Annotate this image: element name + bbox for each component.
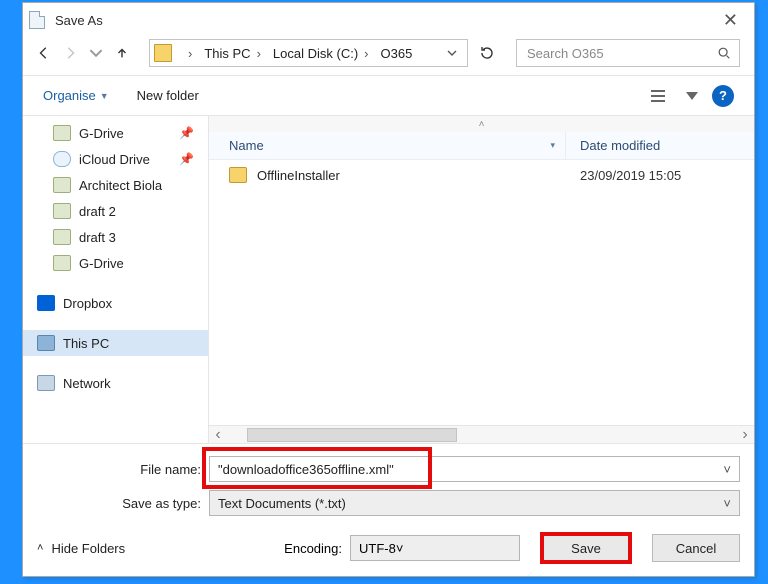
folder-icon [229,167,247,183]
chevron-down-icon[interactable]: ˅ [396,541,404,556]
folder-icon [53,125,71,141]
tree-dropbox[interactable]: Dropbox [23,290,208,316]
dropbox-icon [37,295,55,311]
file-list-pane: ˄ Name ▾ Date modified OfflineInstaller2… [209,116,754,443]
tree-item-label: draft 2 [79,204,116,219]
column-name[interactable]: Name ▾ [209,132,566,159]
scrollbar-thumb[interactable] [247,428,457,442]
search-icon[interactable] [717,46,731,60]
chevron-right-icon[interactable]: › [176,40,198,66]
address-dropdown-icon[interactable] [441,48,463,58]
folder-icon [53,177,71,193]
tree-item[interactable]: draft 2 [23,198,208,224]
view-dropdown-icon[interactable] [678,84,706,108]
file-date: 23/09/2019 15:05 [566,168,754,183]
help-icon[interactable]: ? [712,85,734,107]
scroll-up-icon[interactable]: ˄ [209,116,754,132]
folder-icon [53,229,71,245]
column-headers[interactable]: Name ▾ Date modified [209,132,754,160]
titlebar: Save As ✕ [23,3,754,37]
tree-this-pc[interactable]: This PC [23,330,208,356]
folder-icon [154,44,172,62]
close-icon[interactable]: ✕ [713,10,748,31]
folder-icon [53,151,71,167]
tree-network[interactable]: Network [23,370,208,396]
tree-item-label: iCloud Drive [79,152,150,167]
organise-menu[interactable]: Organise▼ [43,88,109,103]
cancel-button[interactable]: Cancel [652,534,740,562]
file-name: OfflineInstaller [257,168,566,183]
chevron-down-icon[interactable]: ˅ [723,462,731,477]
view-options-button[interactable] [644,84,672,108]
file-row[interactable]: OfflineInstaller23/09/2019 15:05 [209,160,754,190]
file-name-label: File name: [37,462,209,477]
tree-item[interactable]: iCloud Drive 📌 [23,146,208,172]
scroll-left-icon[interactable]: ‹ [209,426,227,444]
sort-dropdown-icon[interactable]: ▾ [550,140,555,151]
search-box[interactable] [516,39,740,67]
new-folder-button[interactable]: New folder [137,88,199,103]
address-bar[interactable]: › This PC› Local Disk (C:)› O365 [149,39,468,67]
tree-item[interactable]: draft 3 [23,224,208,250]
document-icon [29,11,45,29]
save-button[interactable]: Save [542,534,630,562]
tree-item-label: draft 3 [79,230,116,245]
nav-tree[interactable]: G-Drive 📌 iCloud Drive 📌 Architect Biola draf… [23,116,209,443]
encoding-select[interactable]: UTF-8 ˅ [350,535,520,561]
file-rows[interactable]: OfflineInstaller23/09/2019 15:05 [209,160,754,425]
forward-button [59,40,81,66]
save-as-type-label: Save as type: [37,496,209,511]
recent-dropdown-icon[interactable] [85,40,107,66]
refresh-button[interactable] [472,39,502,67]
horizontal-scrollbar[interactable]: ‹ › [209,425,754,443]
nav-row: › This PC› Local Disk (C:)› O365 [23,37,754,75]
chevron-up-icon: ˄ [37,542,43,554]
window-title: Save As [55,13,103,28]
pin-icon: 📌 [179,126,194,140]
pin-icon: 📌 [179,152,194,166]
tree-item[interactable]: Architect Biola [23,172,208,198]
folder-icon [53,203,71,219]
tree-item[interactable]: G-Drive [23,250,208,276]
network-icon [37,375,55,391]
folder-icon [53,255,71,271]
toolbar: Organise▼ New folder ? [23,75,754,115]
breadcrumb-local-disk[interactable]: Local Disk (C:)› [267,40,375,66]
save-as-type-select[interactable]: Text Documents (*.txt) ˅ [209,490,740,516]
column-date-modified[interactable]: Date modified [566,132,754,159]
tree-item[interactable]: G-Drive 📌 [23,120,208,146]
up-button[interactable] [111,40,133,66]
bottom-panel: File name: "downloadoffice365offline.xml… [23,443,754,576]
tree-item-label: G-Drive [79,126,124,141]
breadcrumb-o365[interactable]: O365 [375,40,419,66]
back-button[interactable] [33,40,55,66]
chevron-down-icon[interactable]: ˅ [723,496,731,511]
tree-item-label: Architect Biola [79,178,162,193]
tree-item-label: G-Drive [79,256,124,271]
hide-folders-toggle[interactable]: ˄ Hide Folders [37,541,125,556]
save-as-dialog: Save As ✕ › This PC› Local Disk (C:)› O3… [22,2,755,577]
breadcrumb-this-pc[interactable]: This PC› [198,40,267,66]
scroll-right-icon[interactable]: › [736,426,754,444]
search-input[interactable] [525,45,717,62]
file-name-input[interactable]: "downloadoffice365offline.xml" ˅ [209,456,740,482]
encoding-label: Encoding: [284,541,342,556]
pc-icon [37,335,55,351]
